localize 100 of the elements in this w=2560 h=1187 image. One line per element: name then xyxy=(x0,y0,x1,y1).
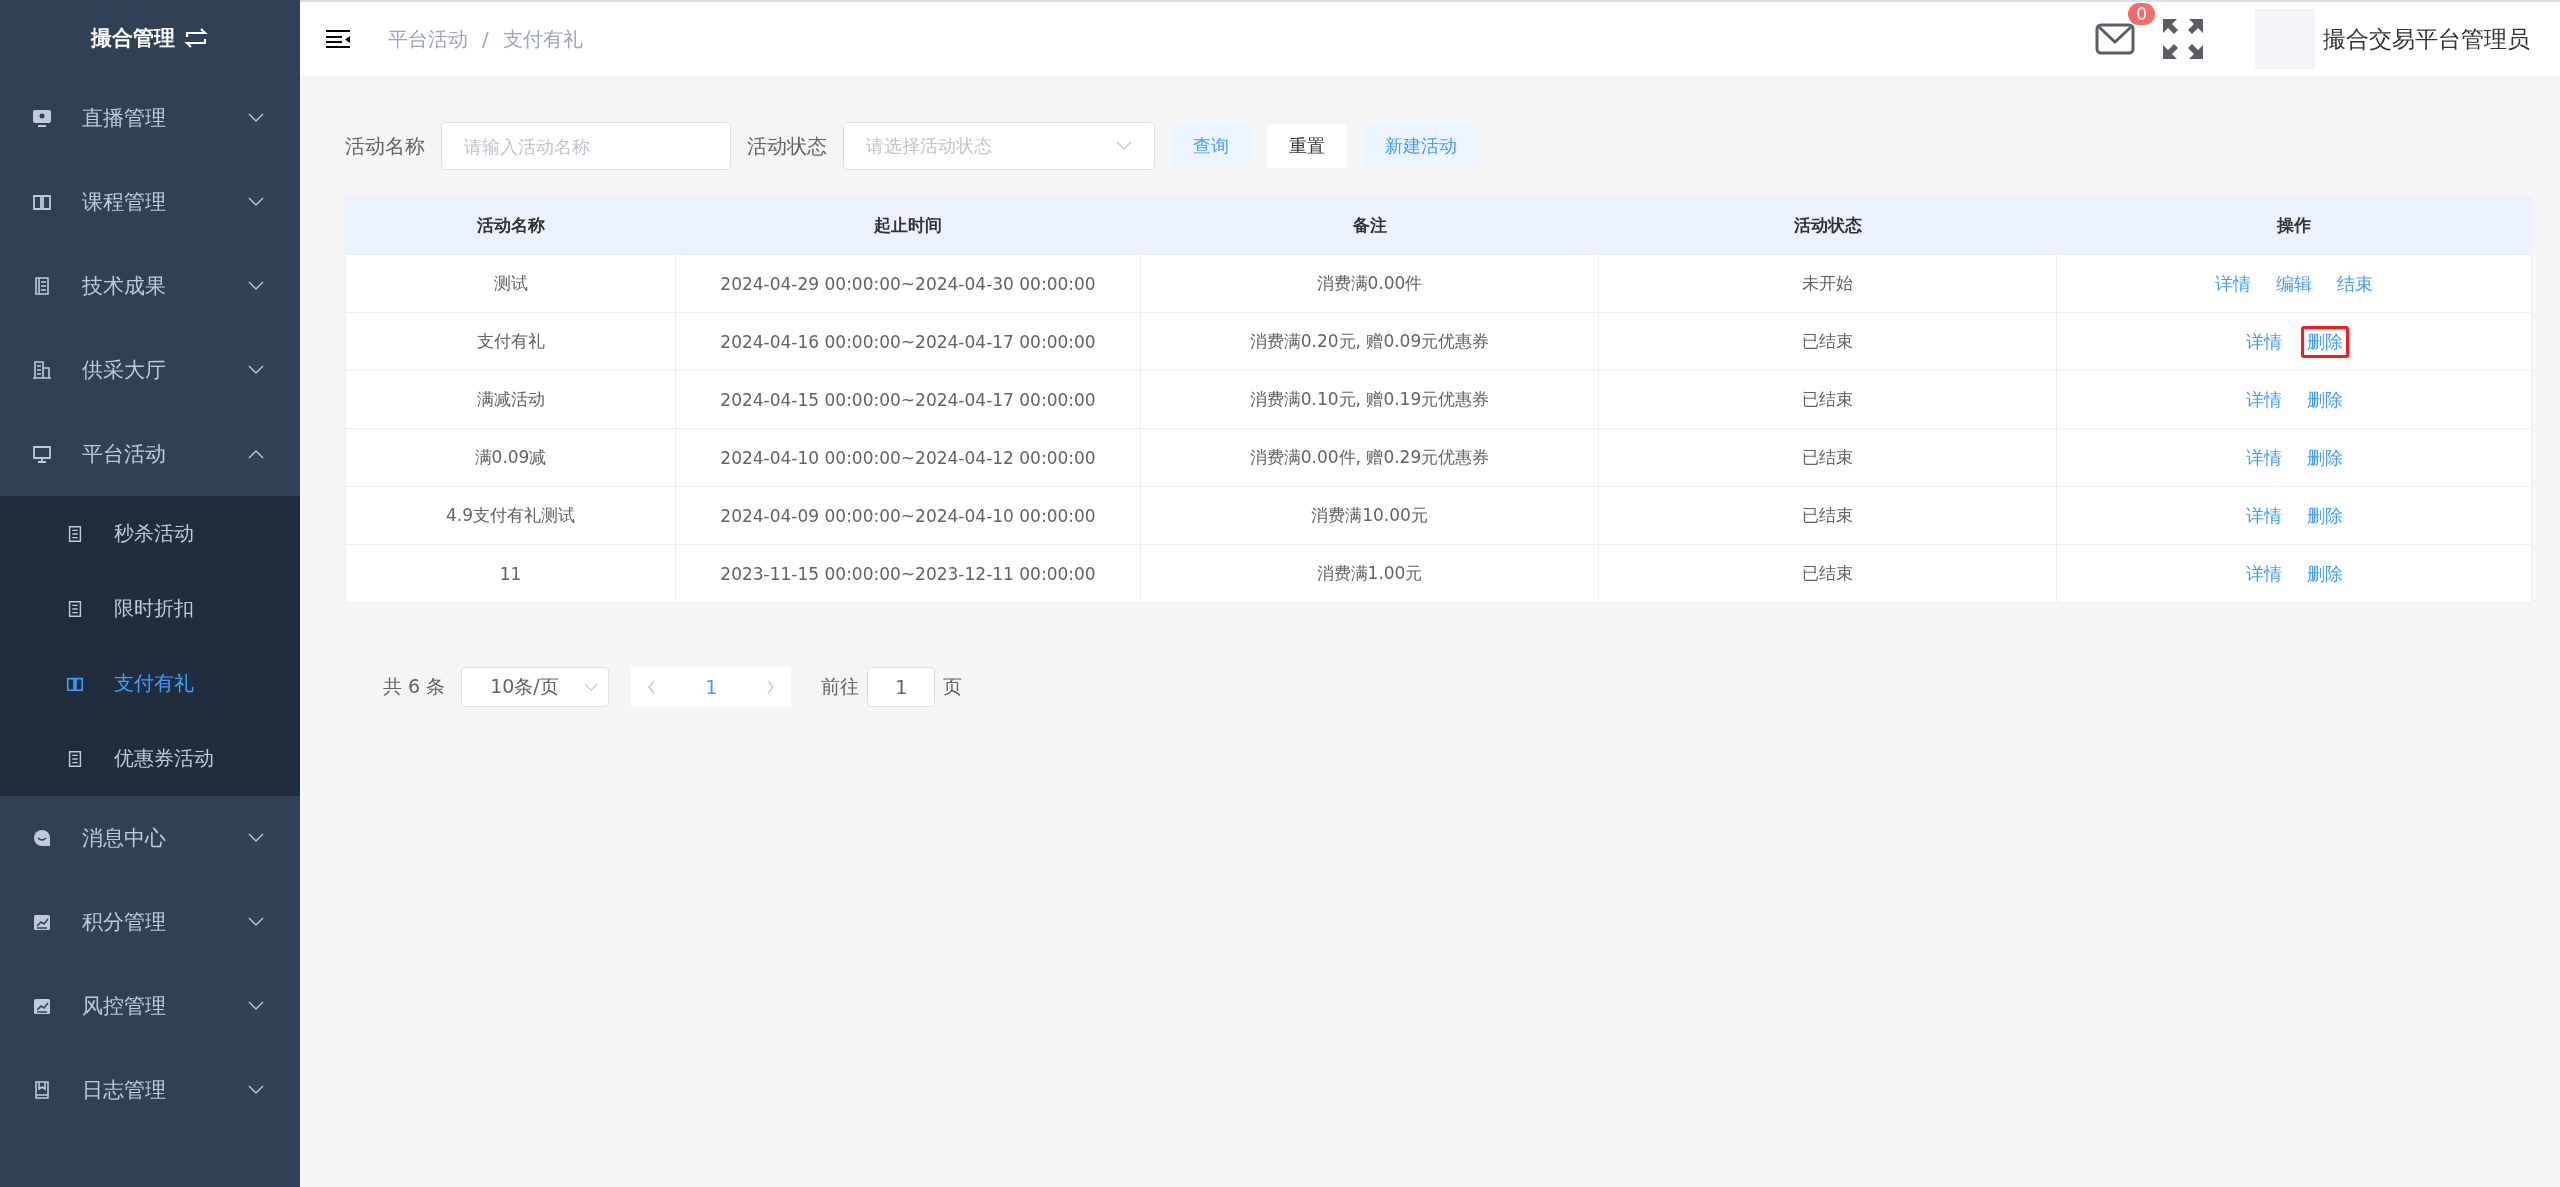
action-link[interactable]: 详情 xyxy=(2239,499,2288,532)
menu-item[interactable]: 消息中心 xyxy=(0,796,300,880)
swap-icon[interactable] xyxy=(183,27,209,49)
chevron-down-icon xyxy=(248,917,264,927)
menu-item[interactable]: 积分管理 xyxy=(0,880,300,964)
user-name[interactable]: 撮合交易平台管理员 xyxy=(2323,23,2530,55)
action-link[interactable]: 删除 xyxy=(2300,557,2349,590)
table-cell: 已结束 xyxy=(1599,545,2057,602)
table-cell: 11 xyxy=(346,545,676,602)
table-cell: 2024-04-29 00:00:00~2024-04-30 00:00:00 xyxy=(676,255,1141,312)
submenu-item[interactable]: 限时折扣 xyxy=(0,571,300,646)
fullscreen-icon[interactable] xyxy=(2163,19,2203,59)
action-link[interactable]: 删除 xyxy=(2300,499,2349,532)
column-header: 活动名称 xyxy=(346,197,676,254)
column-header: 备注 xyxy=(1141,197,1599,254)
table-cell: 已结束 xyxy=(1599,429,2057,486)
action-link[interactable]: 详情 xyxy=(2239,383,2288,416)
table-cell: 已结束 xyxy=(1599,313,2057,370)
status-select[interactable]: 请选择活动状态 xyxy=(843,122,1155,170)
chevron-down-icon xyxy=(248,113,264,123)
submenu-item[interactable]: 秒杀活动 xyxy=(0,496,300,571)
app-title: 撮合管理 xyxy=(91,25,175,52)
menu-item[interactable]: 日志管理 xyxy=(0,1048,300,1132)
monitor-icon xyxy=(32,108,52,128)
goto-label: 前往 xyxy=(821,674,860,699)
table-cell: 已结束 xyxy=(1599,371,2057,428)
breadcrumb-item[interactable]: 平台活动 xyxy=(388,25,468,53)
menu-item[interactable]: 直播管理 xyxy=(0,76,300,160)
action-link[interactable]: 详情 xyxy=(2239,441,2288,474)
action-link[interactable]: 详情 xyxy=(2209,267,2257,300)
menu-item[interactable]: 平台活动 xyxy=(0,412,300,496)
column-header: 活动状态 xyxy=(1599,197,2057,254)
menu-item[interactable]: 技术成果 xyxy=(0,244,300,328)
table-cell: 4.9支付有礼测试 xyxy=(346,487,676,544)
action-link[interactable]: 详情 xyxy=(2239,557,2288,590)
action-link[interactable]: 详情 xyxy=(2239,325,2288,358)
menu-item[interactable]: 风控管理 xyxy=(0,964,300,1048)
clipboard-chart-icon xyxy=(32,996,52,1016)
menu-item[interactable]: 供采大厅 xyxy=(0,328,300,412)
table-cell: 消费满0.20元, 赠0.09元优惠券 xyxy=(1141,313,1599,370)
submenu-item[interactable]: 优惠券活动 xyxy=(0,721,300,796)
chevron-down-icon xyxy=(1116,141,1132,151)
chevron-down-icon xyxy=(248,1085,264,1095)
table-cell: 2024-04-10 00:00:00~2024-04-12 00:00:00 xyxy=(676,429,1141,486)
bookmark-icon xyxy=(32,1080,52,1100)
table-cell: 消费满0.00件 xyxy=(1141,255,1599,312)
column-header: 起止时间 xyxy=(676,197,1141,254)
screen-icon xyxy=(32,444,52,464)
chevron-down-icon xyxy=(248,1001,264,1011)
notification-badge: 0 xyxy=(2128,3,2155,25)
table-cell: 消费满1.00元 xyxy=(1141,545,1599,602)
page-size-select[interactable]: 10条/页 xyxy=(461,667,610,707)
table-cell: 测试 xyxy=(346,255,676,312)
reset-button[interactable]: 重置 xyxy=(1267,124,1347,168)
table-cell: 2024-04-16 00:00:00~2024-04-17 00:00:00 xyxy=(676,313,1141,370)
chat-icon xyxy=(32,828,52,848)
action-link[interactable]: 删除 xyxy=(2300,383,2349,416)
name-input-field[interactable]: 请输入活动名称 xyxy=(441,122,731,170)
action-link[interactable]: 删除 xyxy=(2300,325,2349,358)
document-icon xyxy=(66,524,84,543)
primary-button[interactable]: 查询 xyxy=(1171,124,1251,168)
action-link[interactable]: 结束 xyxy=(2331,267,2379,300)
submenu-item[interactable]: 支付有礼 xyxy=(0,646,300,721)
page-number[interactable]: 1 xyxy=(705,676,718,698)
goto-page-field[interactable]: 1 xyxy=(867,667,936,707)
breadcrumb-separator: / xyxy=(482,27,489,51)
chevron-down-icon xyxy=(248,281,264,291)
document-icon xyxy=(66,749,84,768)
book-icon xyxy=(32,192,52,212)
chevron-down-icon xyxy=(248,833,264,843)
table-cell: 消费满10.00元 xyxy=(1141,487,1599,544)
table-cell: 满0.09减 xyxy=(346,429,676,486)
menu-icon[interactable] xyxy=(326,29,350,49)
action-link[interactable]: 编辑 xyxy=(2270,267,2318,300)
document-icon xyxy=(66,599,84,618)
table-cell: 2023-11-15 00:00:00~2023-12-11 00:00:00 xyxy=(676,545,1141,602)
chevron-up-icon xyxy=(248,449,264,459)
column-header: 操作 xyxy=(2275,214,2312,237)
filter-label: 活动状态 xyxy=(747,132,827,160)
building-icon xyxy=(32,360,52,380)
table-cell: 2024-04-15 00:00:00~2024-04-17 00:00:00 xyxy=(676,371,1141,428)
action-link[interactable]: 删除 xyxy=(2300,441,2349,474)
table-cell: 消费满0.10元, 赠0.19元优惠券 xyxy=(1141,371,1599,428)
table-cell: 已结束 xyxy=(1599,487,2057,544)
menu-item[interactable]: 课程管理 xyxy=(0,160,300,244)
chevron-down-icon xyxy=(584,682,599,692)
table-cell: 满减活动 xyxy=(346,371,676,428)
table-cell: 2024-04-09 00:00:00~2024-04-10 00:00:00 xyxy=(676,487,1141,544)
document-icon xyxy=(32,276,52,296)
table-cell: 未开始 xyxy=(1599,255,2057,312)
breadcrumb-item[interactable]: 支付有礼 xyxy=(502,25,583,53)
clipboard-chart-icon xyxy=(32,912,52,932)
mail-icon[interactable] xyxy=(2095,23,2135,55)
table-cell: 支付有礼 xyxy=(346,313,676,370)
primary-button[interactable]: 新建活动 xyxy=(1363,124,1479,168)
table-cell: 消费满0.00件, 赠0.29元优惠券 xyxy=(1141,429,1599,486)
page-suffix: 页 xyxy=(943,674,963,699)
chevron-down-icon xyxy=(248,365,264,375)
total-count: 共 6 条 xyxy=(383,674,446,699)
chevron-down-icon xyxy=(248,197,264,207)
